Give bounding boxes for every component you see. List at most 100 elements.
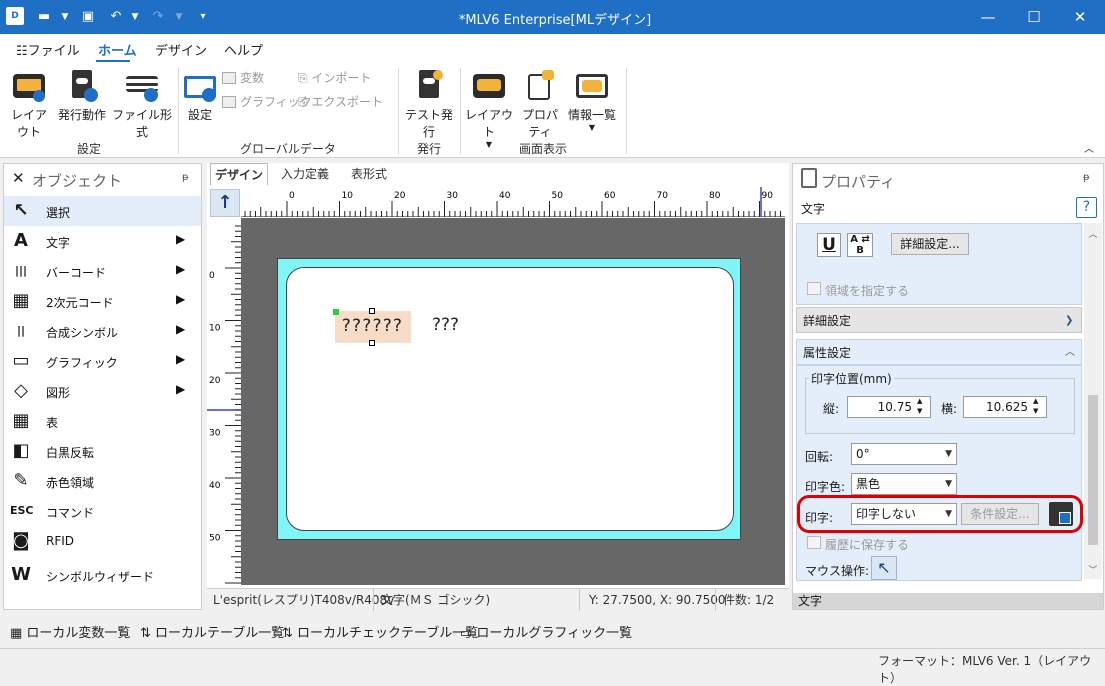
ruler-label: 0 bbox=[289, 191, 295, 201]
object-item[interactable]: ↖ 選択 bbox=[4, 196, 201, 226]
local-tables-link[interactable]: ⇅ ローカルテーブル一覧 bbox=[140, 622, 284, 641]
file-format-button[interactable]: ファイル形式 bbox=[112, 70, 172, 140]
canvas[interactable]: ?????? ??? bbox=[241, 218, 785, 585]
scroll-up-icon[interactable]: ︿ bbox=[1084, 227, 1102, 240]
local-variables-link[interactable]: ▦ ローカル変数一覧 bbox=[10, 622, 130, 641]
import-button: ⎘ インポート bbox=[298, 70, 371, 86]
group-settings-label: 設定 bbox=[76, 142, 101, 156]
text-object[interactable]: ??? bbox=[432, 315, 459, 335]
help-button[interactable]: ? bbox=[1076, 197, 1097, 218]
printer-gear-icon bbox=[66, 70, 98, 102]
customize-quick-access-icon[interactable]: ▾ bbox=[196, 8, 210, 26]
local-tables-label: ローカルテーブル一覧 bbox=[155, 626, 285, 641]
vertical-spinner[interactable]: ▲ ▼ bbox=[917, 396, 922, 416]
object-item[interactable]: ||| バーコード ▶ bbox=[4, 256, 201, 286]
redo-dropdown-icon: ▼ bbox=[175, 12, 183, 22]
scroll-up-button[interactable]: ↑ bbox=[210, 189, 240, 217]
table-list-icon: ⇅ bbox=[140, 626, 156, 641]
save-history-checkbox[interactable] bbox=[807, 536, 821, 549]
export-label: エクスポート bbox=[311, 95, 384, 109]
property-button[interactable]: プロパティ bbox=[516, 70, 564, 140]
footer-status: フォーマット：MLV6 Ver. 1（レイアウト） bbox=[0, 648, 1105, 685]
status-coordinates: Y: 27.7500, X: 90.7500 bbox=[589, 593, 726, 607]
resize-handle-top[interactable] bbox=[369, 308, 375, 314]
group-issue-label: 発行 bbox=[416, 142, 441, 156]
undo-dropdown-icon[interactable]: ▼ bbox=[128, 8, 142, 26]
chevron-down-icon: ▼ bbox=[945, 479, 952, 489]
rotation-select[interactable]: 0° ▼ bbox=[851, 443, 957, 465]
undo-icon[interactable]: ↶ bbox=[106, 8, 126, 26]
detail-settings-button[interactable]: 詳細設定... bbox=[891, 233, 969, 255]
object-item[interactable]: || 合成シンボル ▶ bbox=[4, 316, 201, 346]
property-scrollbar[interactable]: ︿ ﹀ bbox=[1084, 223, 1102, 579]
resize-handle-bottom[interactable] bbox=[369, 340, 375, 346]
horizontal-spinner[interactable]: ▲ ▼ bbox=[1033, 396, 1038, 416]
object-item[interactable]: ✎ 赤色領域 bbox=[4, 466, 201, 496]
ruler-label: 20 bbox=[394, 191, 406, 201]
local-graphics-link[interactable]: ▭ ローカルグラフィック一覧 bbox=[460, 622, 632, 641]
object-item[interactable]: ▦ 表 bbox=[4, 406, 201, 436]
object-item-label: 表 bbox=[46, 416, 59, 430]
minimize-button[interactable]: — bbox=[965, 0, 1011, 34]
submenu-arrow-icon: ▶ bbox=[176, 322, 186, 336]
submenu-arrow-icon: ▶ bbox=[176, 352, 186, 366]
menu-help[interactable]: ヘルプ bbox=[224, 40, 263, 59]
detail-section-header[interactable]: 詳細設定 ❯ bbox=[796, 307, 1082, 333]
ruler-label: 0 bbox=[209, 271, 215, 281]
info-list-button[interactable]: 情報一覧 ▼ bbox=[566, 70, 618, 132]
folder-gear-icon bbox=[184, 70, 216, 102]
menu-file-label: ファイル bbox=[27, 44, 80, 59]
submenu-arrow-icon: ▶ bbox=[176, 232, 186, 246]
tab-design[interactable]: デザイン bbox=[210, 163, 268, 185]
color-select[interactable]: 黒色 ▼ bbox=[851, 473, 957, 495]
object-item-label: バーコード bbox=[46, 266, 107, 280]
status-object: 文字(ＭＳ ゴシック) bbox=[381, 593, 491, 607]
global-settings-button[interactable]: 設定 bbox=[182, 70, 218, 123]
close-button[interactable]: ✕ bbox=[1057, 0, 1103, 34]
object-item[interactable]: ◙ RFID bbox=[4, 526, 201, 556]
pin-icon[interactable]: ᵽ bbox=[182, 172, 189, 183]
ruler-label: 40 bbox=[499, 191, 511, 201]
local-check-tables-link[interactable]: ⇅ ローカルチェックテーブル一覧 bbox=[282, 622, 478, 641]
anchor-handle[interactable] bbox=[333, 309, 339, 315]
object-item[interactable]: ◇ 図形 ▶ bbox=[4, 376, 201, 406]
save-icon[interactable]: ▣ bbox=[78, 8, 98, 26]
object-item[interactable]: ▭ グラフィック ▶ bbox=[4, 346, 201, 376]
attribute-section-header[interactable]: 属性設定 ︿ bbox=[796, 339, 1082, 365]
object-item[interactable]: A 文字 ▶ bbox=[4, 226, 201, 256]
ruler-label: 20 bbox=[209, 376, 221, 386]
underline-button[interactable]: U bbox=[817, 233, 841, 257]
tab-table-format[interactable]: 表形式 bbox=[343, 163, 395, 185]
object-item-icon: ◧ bbox=[12, 440, 30, 461]
menu-home[interactable]: ホーム bbox=[98, 40, 137, 59]
test-issue-label: テスト発行 bbox=[404, 108, 453, 139]
test-issue-button[interactable]: テスト発行 bbox=[402, 70, 456, 140]
object-item[interactable]: ◧ 白黒反転 bbox=[4, 436, 201, 466]
scrollbar-thumb[interactable] bbox=[1088, 395, 1098, 545]
chevron-down-icon[interactable]: ▼ bbox=[58, 8, 72, 26]
object-item[interactable]: ESC コマンド bbox=[4, 496, 201, 526]
pin-icon[interactable]: ᵽ bbox=[1083, 172, 1090, 183]
menu-design[interactable]: デザイン bbox=[155, 40, 207, 59]
ruler-label: 70 bbox=[657, 191, 669, 201]
maximize-button[interactable]: ☐ bbox=[1011, 0, 1057, 34]
layout-button[interactable]: レイアウト bbox=[6, 70, 52, 140]
open-folder-icon[interactable]: ▬ bbox=[34, 8, 54, 26]
scroll-down-icon[interactable]: ﹀ bbox=[1084, 563, 1102, 576]
graphic-settings-icon[interactable] bbox=[1049, 502, 1073, 526]
collapse-ribbon-icon[interactable]: ︿ bbox=[1084, 140, 1094, 155]
status-printer: L'esprit(レスプリ)T408v/R408v bbox=[213, 593, 395, 607]
app-icon: D bbox=[6, 7, 24, 25]
selected-text-object[interactable]: ?????? bbox=[333, 308, 411, 346]
menu-file[interactable]: ☷ファイル bbox=[16, 40, 80, 59]
object-item[interactable]: W シンボルウィザード bbox=[4, 560, 201, 590]
replace-text-icon[interactable]: A ⇄ B bbox=[847, 233, 873, 257]
cursor-mode-button[interactable]: ↖ bbox=[871, 556, 897, 580]
tab-input-definition[interactable]: 入力定義 bbox=[273, 163, 337, 185]
print-select[interactable]: 印字しない ▼ bbox=[851, 503, 957, 525]
issue-action-button[interactable]: 発行動作 bbox=[57, 70, 107, 123]
specify-region-checkbox[interactable] bbox=[807, 282, 821, 295]
object-item[interactable]: ▦ 2次元コード ▶ bbox=[4, 286, 201, 316]
ruler-label: 90 bbox=[762, 191, 774, 201]
layout-view-button[interactable]: レイアウト ▼ bbox=[465, 70, 513, 149]
